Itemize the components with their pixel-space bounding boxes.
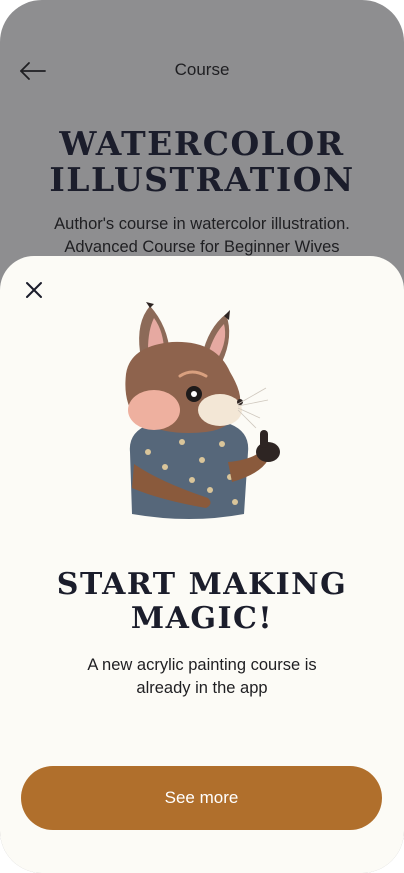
squirrel-illustration	[125, 302, 280, 519]
course-description: Author's course in watercolor illustrati…	[54, 215, 350, 256]
promo-bottom-sheet: START MAKING MAGIC! A new acrylic painti…	[0, 256, 404, 873]
phone-screen: Course WATERCOLOR ILLUSTRATION Author's …	[0, 0, 404, 873]
see-more-button[interactable]: See more	[21, 766, 382, 830]
promo-description: A new acrylic painting course is already…	[87, 656, 317, 697]
course-title: WATERCOLOR ILLUSTRATION	[49, 124, 355, 199]
close-icon[interactable]	[22, 278, 46, 302]
course-header: Course	[0, 0, 404, 140]
page-title: Course	[174, 60, 230, 79]
promo-title: START MAKING MAGIC!	[56, 567, 348, 636]
